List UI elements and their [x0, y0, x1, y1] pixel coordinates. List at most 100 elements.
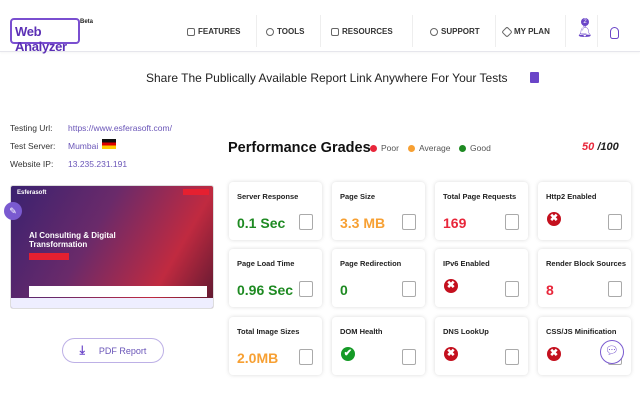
nav-resources[interactable]: RESOURCES	[331, 27, 393, 36]
notification-badge: 2	[581, 18, 589, 26]
metric-icon	[402, 349, 416, 365]
flag-icon	[102, 139, 116, 149]
card-value: 0.1 Sec	[237, 215, 286, 231]
card-title: Server Response	[237, 192, 299, 201]
preview-headline: AI Consulting & Digital Transformation	[29, 231, 116, 249]
calendar-icon	[331, 27, 339, 36]
metric-card: Page Redirection 0	[332, 249, 425, 307]
pdf-report-button[interactable]: ⤓ PDF Report	[62, 338, 164, 363]
legend-average: Average	[408, 143, 451, 153]
card-value: 8	[546, 282, 554, 298]
card-title: DOM Health	[340, 327, 383, 336]
score-value: 50	[582, 141, 595, 153]
cross-icon: ✖	[547, 347, 561, 361]
metric-card: Render Block Sources 8	[538, 249, 631, 307]
chat-button[interactable]: 💬︎	[600, 340, 624, 364]
website-ip-label: Website IP:	[10, 159, 54, 169]
nav-label: MY PLAN	[514, 27, 550, 36]
divider	[495, 15, 496, 47]
metric-icon	[299, 281, 313, 297]
preview-brand: Esferasoft	[17, 190, 47, 196]
download-icon: ⤓	[79, 343, 85, 357]
metric-card: DNS LookUp ✖	[435, 317, 528, 375]
card-title: Http2 Enabled	[546, 192, 597, 201]
card-value: 0.96 Sec	[237, 282, 294, 298]
metric-card: Server Response 0.1 Sec	[229, 182, 322, 240]
nav-my-plan[interactable]: MY PLAN	[501, 25, 550, 38]
divider	[597, 15, 598, 47]
user-icon[interactable]	[610, 27, 619, 39]
legend-good: Good	[459, 143, 491, 153]
metric-card: Total Image Sizes 2.0MB	[229, 317, 322, 375]
top-nav: Web Analyzer Beta FEATURES TOOLS RESOURC…	[0, 0, 640, 54]
preview-logos	[29, 286, 207, 297]
testing-url-label: Testing Url:	[10, 123, 53, 133]
metric-icon	[505, 214, 519, 230]
divider	[565, 15, 566, 47]
divider	[256, 15, 257, 47]
metric-icon	[505, 281, 519, 297]
tag-icon	[501, 25, 513, 38]
copy-icon[interactable]	[530, 72, 539, 83]
cross-icon: ✖	[444, 279, 458, 293]
metric-card: IPv6 Enabled ✖	[435, 249, 528, 307]
cross-icon: ✖	[547, 212, 561, 226]
card-value: 169	[443, 215, 467, 231]
card-value: 3.3 MB	[340, 215, 386, 231]
nav-features[interactable]: FEATURES	[187, 27, 241, 36]
metric-icon	[299, 214, 313, 230]
logo[interactable]: Web Analyzer	[10, 18, 80, 54]
website-ip: 13.235.231.191	[68, 159, 128, 169]
edit-icon[interactable]: ✎	[4, 202, 22, 220]
test-server: Mumbai	[68, 141, 99, 151]
nav-label: FEATURES	[198, 27, 241, 36]
performance-title: Performance Grades	[228, 140, 371, 156]
nav-support[interactable]: SUPPORT	[430, 27, 480, 36]
gear-icon	[266, 27, 274, 36]
check-icon: ✔	[341, 347, 355, 361]
card-title: Page Size	[340, 192, 376, 201]
card-title: DNS LookUp	[443, 327, 489, 336]
score: 50 /100	[582, 141, 619, 153]
nav-label: SUPPORT	[441, 27, 480, 36]
score-max: /100	[597, 141, 619, 153]
metric-icon	[299, 349, 313, 365]
beta-badge: Beta	[80, 19, 94, 25]
divider	[320, 15, 321, 47]
card-title: Render Block Sources	[546, 259, 627, 268]
metric-icon	[505, 349, 519, 365]
test-server-label: Test Server:	[10, 141, 56, 151]
nav-label: TOOLS	[277, 27, 305, 36]
pdf-label: PDF Report	[98, 345, 147, 356]
preview-cta	[183, 189, 209, 195]
share-text: Share The Publically Available Report Li…	[146, 71, 508, 85]
metric-card: Page Load Time 0.96 Sec	[229, 249, 322, 307]
metric-card: Total Page Requests 169	[435, 182, 528, 240]
metric-card: Http2 Enabled ✖	[538, 182, 631, 240]
preview-button	[29, 253, 69, 260]
preview-cookie-bar	[11, 298, 213, 308]
card-value: 0	[340, 282, 348, 298]
divider	[412, 15, 413, 47]
card-title: Page Load Time	[237, 259, 295, 268]
metric-icon	[608, 214, 622, 230]
metric-icon	[608, 281, 622, 297]
card-value: 2.0MB	[237, 350, 279, 366]
features-icon	[187, 27, 195, 36]
nav-label: RESOURCES	[342, 27, 393, 36]
metric-card: DOM Health ✔	[332, 317, 425, 375]
globe-icon	[430, 27, 438, 36]
legend-poor: Poor	[370, 143, 399, 153]
card-title: CSS/JS Minification	[546, 327, 617, 336]
bell-icon[interactable]: 🔔︎ 2	[577, 18, 592, 38]
card-title: Total Page Requests	[443, 192, 517, 201]
nav-tools[interactable]: TOOLS	[266, 27, 304, 36]
card-title: Total Image Sizes	[237, 327, 300, 336]
metric-icon	[402, 281, 416, 297]
metric-icon	[402, 214, 416, 230]
testing-url[interactable]: https://www.esferasoft.com/	[68, 123, 172, 133]
website-screenshot: Esferasoft AI Consulting & Digital Trans…	[10, 185, 214, 309]
card-title: IPv6 Enabled	[443, 259, 490, 268]
cross-icon: ✖	[444, 347, 458, 361]
metric-card: Page Size 3.3 MB	[332, 182, 425, 240]
